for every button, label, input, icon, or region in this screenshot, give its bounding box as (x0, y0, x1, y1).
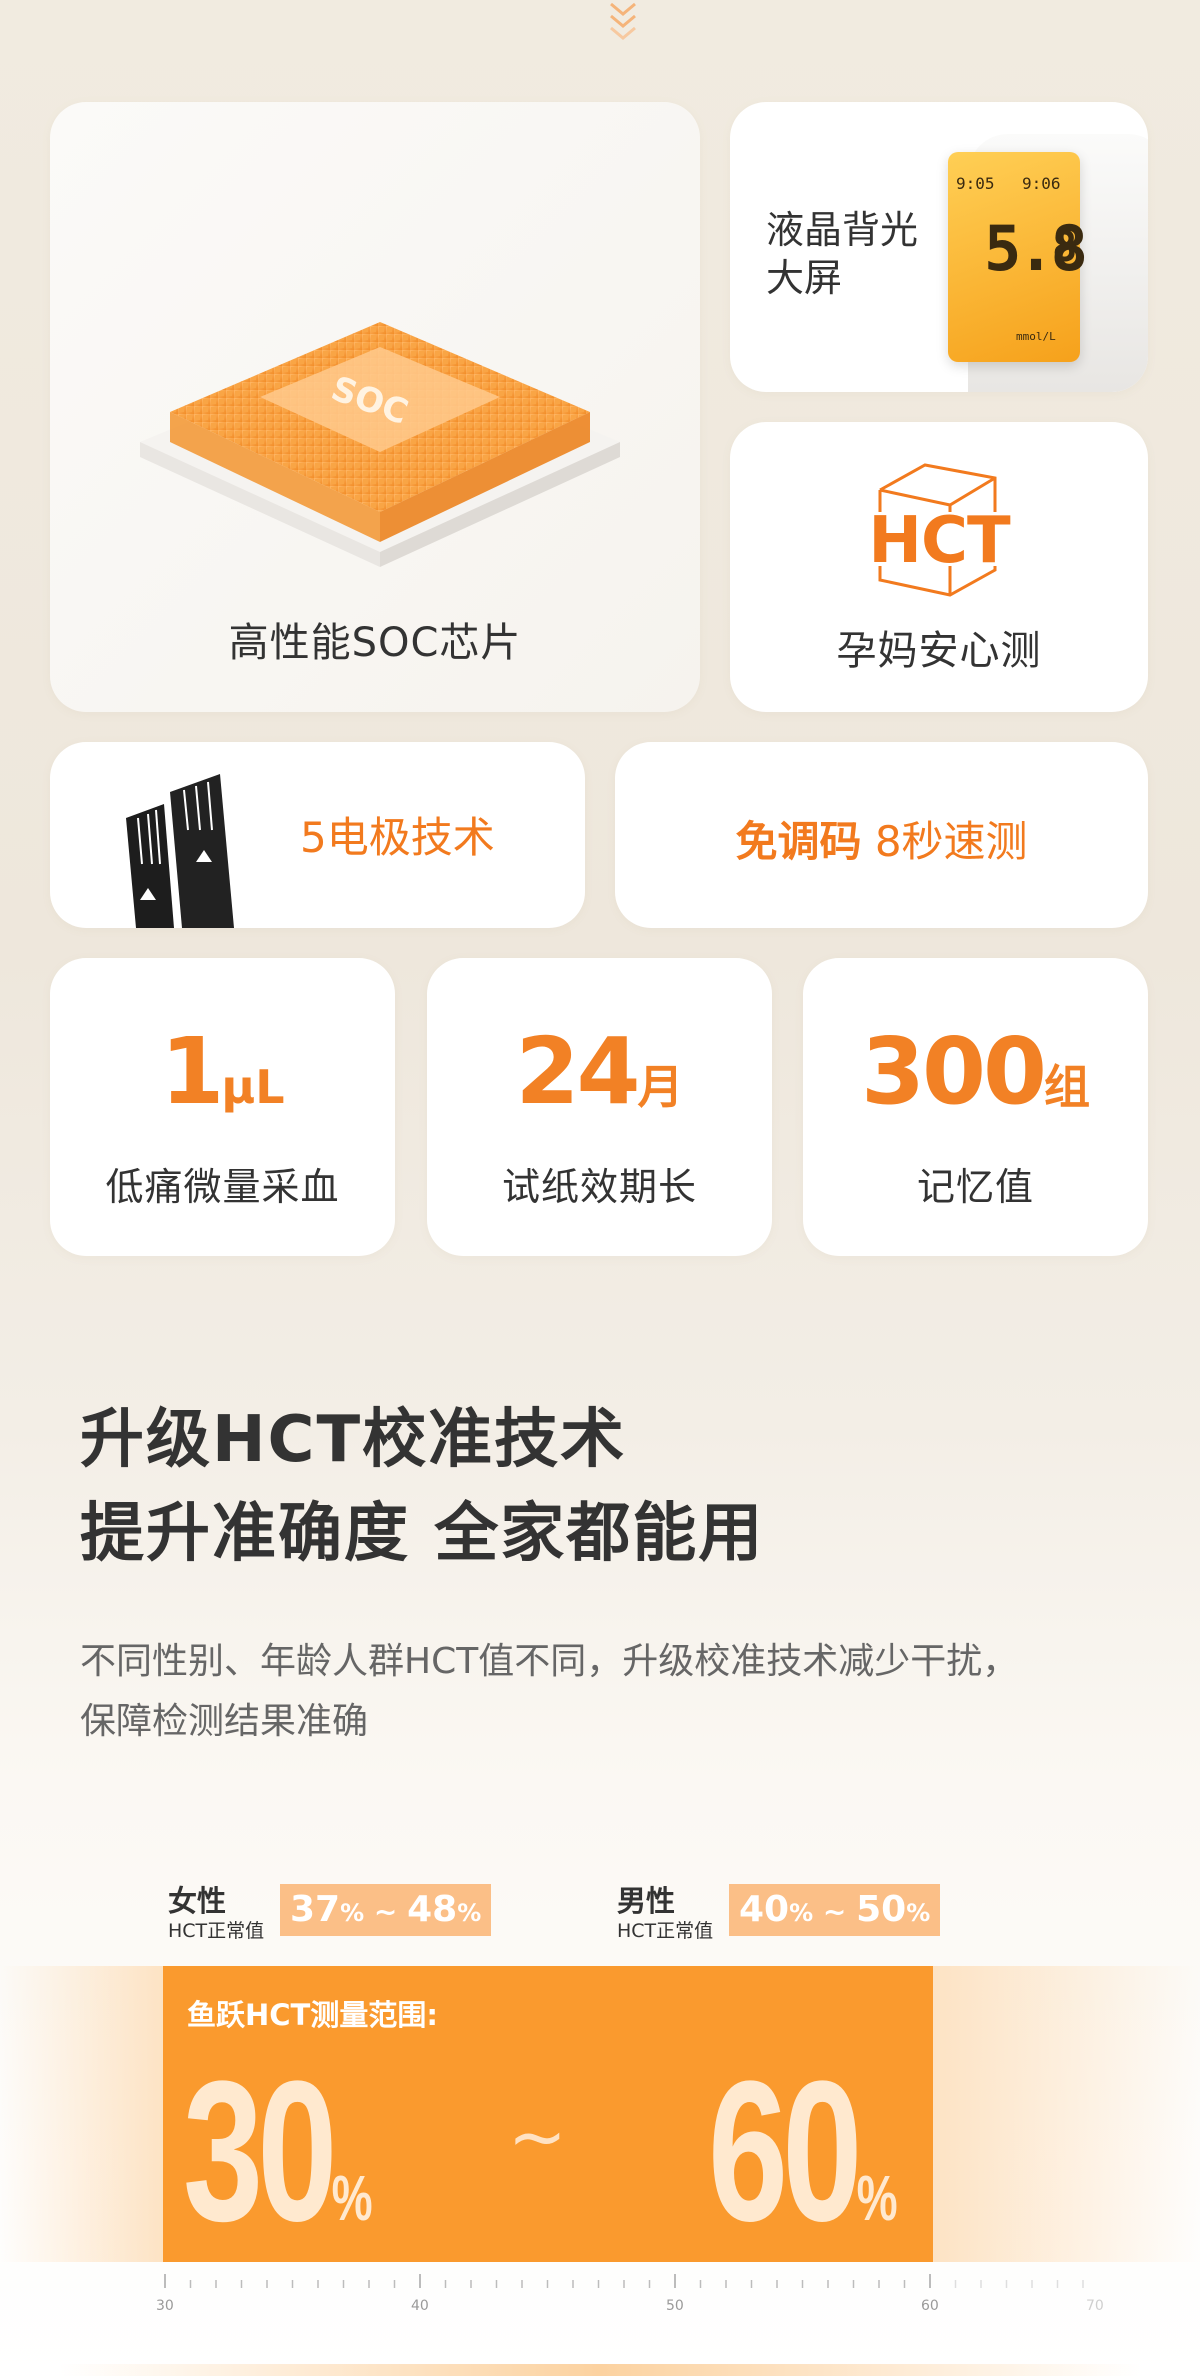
left-glow (0, 1966, 163, 2262)
pct-sign: % (789, 1899, 814, 1927)
electrode-label: 5电极技术 (300, 813, 495, 862)
stat-value: 1μL (50, 1018, 395, 1125)
lcd-screen-card: 液晶背光 大屏 9:05 9:06 5.8 8 mmol/L (730, 102, 1148, 392)
soc-chip-card: SOC 高性能SOC芯片 (50, 102, 700, 712)
stat-number: 24 (515, 1018, 640, 1125)
test-strips-illustration (126, 774, 234, 928)
no-code-card: 免调码 8秒速测 (615, 742, 1148, 928)
description-line2: 保障检测结果准确 (80, 1701, 369, 1742)
female-range-high: 48 (407, 1889, 458, 1930)
soc-card-label: 高性能SOC芯片 (228, 620, 522, 666)
male-range: 40% ~ 50% (729, 1884, 941, 1936)
stat-number: 1 (160, 1018, 224, 1125)
lcd-label-line1: 液晶背光 (766, 208, 919, 252)
ruler-tick-label: 40 (411, 2298, 429, 2314)
no-code-label: 免调码 8秒速测 (615, 808, 1148, 869)
measure-low: 30% (183, 2052, 373, 2288)
stat-unit: 月 (637, 1060, 684, 1114)
female-normal-label: HCT正常值 (168, 1920, 265, 1942)
bottom-glow (60, 2364, 1140, 2376)
measure-high: 60% (708, 2052, 898, 2288)
hct-card: HCT 孕妈安心测 (730, 422, 1148, 712)
hct-ruler (164, 2274, 1084, 2288)
measure-high-value: 60 (708, 2040, 862, 2263)
pct-sign: % (340, 1899, 365, 1927)
soc-chip-illustration: SOC (140, 322, 620, 567)
female-label: 女性 (168, 1884, 227, 1918)
ruler-tick-label: 50 (666, 2298, 684, 2314)
electrode-card: 5电极技术 (50, 742, 585, 928)
headline-line1: 升级HCT校准技术 (80, 1403, 627, 1477)
stat-card-blood-volume: 1μL 低痛微量采血 (50, 958, 395, 1256)
measure-range-bar: 鱼跃HCT测量范围: 30% ~ 60% (163, 1966, 933, 2262)
measure-range-label: 鱼跃HCT测量范围: (187, 1998, 438, 2032)
pct-sign: % (457, 1899, 482, 1927)
stat-card-memory: 300组 记忆值 (803, 958, 1148, 1256)
hct-card-label: 孕妈安心测 (836, 628, 1042, 674)
pct-sign: % (906, 1899, 931, 1927)
stat-label: 试纸效期长 (501, 1165, 697, 1209)
female-range-low: 37 (290, 1889, 341, 1930)
pct-sign: % (331, 2162, 373, 2234)
measure-tilde: ~ (508, 2096, 567, 2178)
range-sep: ~ (364, 1895, 408, 1928)
stat-value: 300组 (803, 1018, 1148, 1125)
fast-test-text: 8秒速测 (874, 817, 1028, 866)
stat-number: 300 (860, 1018, 1047, 1125)
lcd-label-line2: 大屏 (766, 256, 843, 300)
stat-unit: μL (221, 1060, 285, 1114)
lcd-unit: mmol/L (1016, 330, 1056, 343)
range-sep: ~ (813, 1895, 857, 1928)
description-line1: 不同性别、年龄人群HCT值不同，升级校准技术减少干扰， (80, 1641, 1019, 1682)
pct-sign: % (856, 2162, 898, 2234)
male-normal-label: HCT正常值 (617, 1920, 714, 1942)
measure-low-value: 30 (183, 2040, 337, 2263)
hct-logo-text: HCT (868, 504, 1010, 578)
lcd-display: 9:05 9:06 5.8 8 mmol/L (948, 152, 1088, 362)
right-glow (933, 1966, 1200, 2262)
stat-unit: 组 (1044, 1060, 1091, 1114)
lcd-reading-2: 8 (1052, 222, 1078, 271)
no-code-bold: 免调码 (735, 817, 862, 866)
ruler-tick-label: 70 (1086, 2298, 1104, 2314)
lcd-time-2: 9:06 (1022, 174, 1061, 193)
male-range-low: 40 (739, 1889, 790, 1930)
stat-label: 低痛微量采血 (105, 1165, 340, 1209)
lcd-time-1: 9:05 (956, 174, 995, 193)
male-range-high: 50 (856, 1889, 907, 1930)
female-range: 37% ~ 48% (280, 1884, 492, 1936)
stat-card-strip-validity: 24月 试纸效期长 (427, 958, 772, 1256)
description: 不同性别、年龄人群HCT值不同，升级校准技术减少干扰， 保障检测结果准确 (80, 1632, 1130, 1752)
stat-label: 记忆值 (916, 1165, 1034, 1209)
scroll-down-chevron-icon (610, 2, 636, 40)
male-label: 男性 (617, 1884, 676, 1918)
lcd-card-label: 液晶背光 大屏 (766, 206, 918, 302)
headline-line2: 提升准确度 全家都能用 (80, 1497, 765, 1571)
ruler-tick-label: 60 (921, 2298, 939, 2314)
stat-value: 24月 (427, 1018, 772, 1125)
ruler-tick-label: 30 (156, 2298, 174, 2314)
